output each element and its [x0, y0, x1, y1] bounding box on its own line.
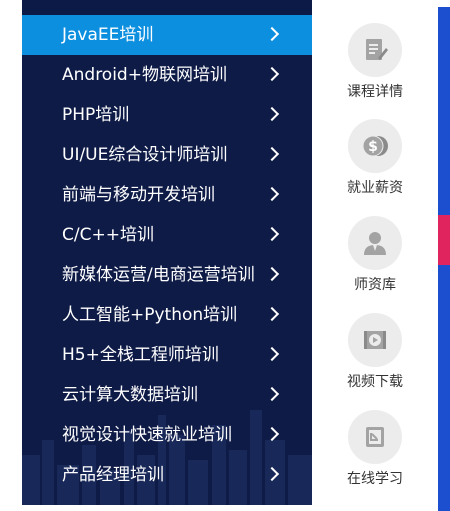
sidebar-item-teachers[interactable]: 师资库 — [312, 200, 438, 296]
chevron-right-icon — [264, 346, 280, 362]
sidebar-item-label: 师资库 — [354, 277, 396, 293]
menu-item-label: UI/UE综合设计师培训 — [62, 145, 228, 165]
chevron-right-icon — [264, 426, 280, 442]
course-menu: JavaEE培训 Android+物联网培训 PHP培训 UI/UE综合设计师培训 前端… — [22, 15, 312, 505]
chevron-right-icon — [264, 306, 280, 322]
menu-item-label: 云计算大数据培训 — [62, 385, 198, 405]
menu-item-label: C/C++培训 — [62, 225, 154, 245]
chevron-right-icon — [264, 386, 280, 402]
chevron-right-icon — [264, 266, 280, 282]
chevron-right-icon — [264, 26, 280, 42]
menu-item-label: 新媒体运营/电商运营培训 — [62, 265, 255, 285]
menu-item-label: 人工智能+Python培训 — [62, 305, 238, 325]
teacher-icon — [348, 216, 402, 270]
svg-text:$: $ — [368, 139, 378, 155]
menu-item-label: JavaEE培训 — [62, 25, 154, 45]
menu-item-label: 前端与移动开发培训 — [62, 185, 215, 205]
chevron-right-icon — [264, 226, 280, 242]
menu-item[interactable]: UI/UE综合设计师培训 — [22, 135, 312, 175]
chevron-right-icon — [264, 466, 280, 482]
quick-links-sidebar: 课程详情 $ 就业薪资 师资库 视频下载 在线学习 — [312, 7, 438, 505]
page-background-edge — [438, 0, 450, 511]
sidebar-item-online-learning[interactable]: 在线学习 — [312, 394, 438, 490]
menu-item[interactable]: C/C++培训 — [22, 215, 312, 255]
sidebar-item-salary[interactable]: $ 就业薪资 — [312, 103, 438, 199]
sidebar-item-video-download[interactable]: 视频下载 — [312, 297, 438, 393]
sidebar-item-label: 在线学习 — [347, 471, 403, 487]
menu-item[interactable]: 产品经理培训 — [22, 455, 312, 495]
chevron-right-icon — [264, 66, 280, 82]
menu-item[interactable]: 人工智能+Python培训 — [22, 295, 312, 335]
menu-item[interactable]: Android+物联网培训 — [22, 55, 312, 95]
menu-item[interactable]: 视觉设计快速就业培训 — [22, 415, 312, 455]
menu-item-label: Android+物联网培训 — [62, 65, 227, 85]
chevron-right-icon — [264, 106, 280, 122]
menu-item[interactable]: 新媒体运营/电商运营培训 — [22, 255, 312, 295]
sidebar-item-course-detail[interactable]: 课程详情 — [312, 7, 438, 103]
course-detail-icon — [348, 23, 402, 77]
online-learning-icon — [348, 410, 402, 464]
menu-item-label: H5+全栈工程师培训 — [62, 345, 219, 365]
menu-item[interactable]: PHP培训 — [22, 95, 312, 135]
menu-item[interactable]: H5+全栈工程师培训 — [22, 335, 312, 375]
menu-item-label: PHP培训 — [62, 105, 130, 125]
sidebar-item-label: 课程详情 — [347, 84, 403, 100]
video-download-icon — [348, 313, 402, 367]
chevron-right-icon — [264, 146, 280, 162]
menu-top-bar — [22, 0, 312, 15]
menu-item[interactable]: 前端与移动开发培训 — [22, 175, 312, 215]
salary-coins-icon: $ — [348, 119, 402, 173]
menu-item-label: 视觉设计快速就业培训 — [62, 425, 232, 445]
sidebar-item-label: 视频下载 — [347, 374, 403, 390]
sidebar-item-label: 就业薪资 — [347, 180, 403, 196]
chevron-right-icon — [264, 186, 280, 202]
menu-item-label: 产品经理培训 — [62, 465, 164, 485]
menu-item[interactable]: 云计算大数据培训 — [22, 375, 312, 415]
menu-item[interactable]: JavaEE培训 — [22, 15, 312, 55]
